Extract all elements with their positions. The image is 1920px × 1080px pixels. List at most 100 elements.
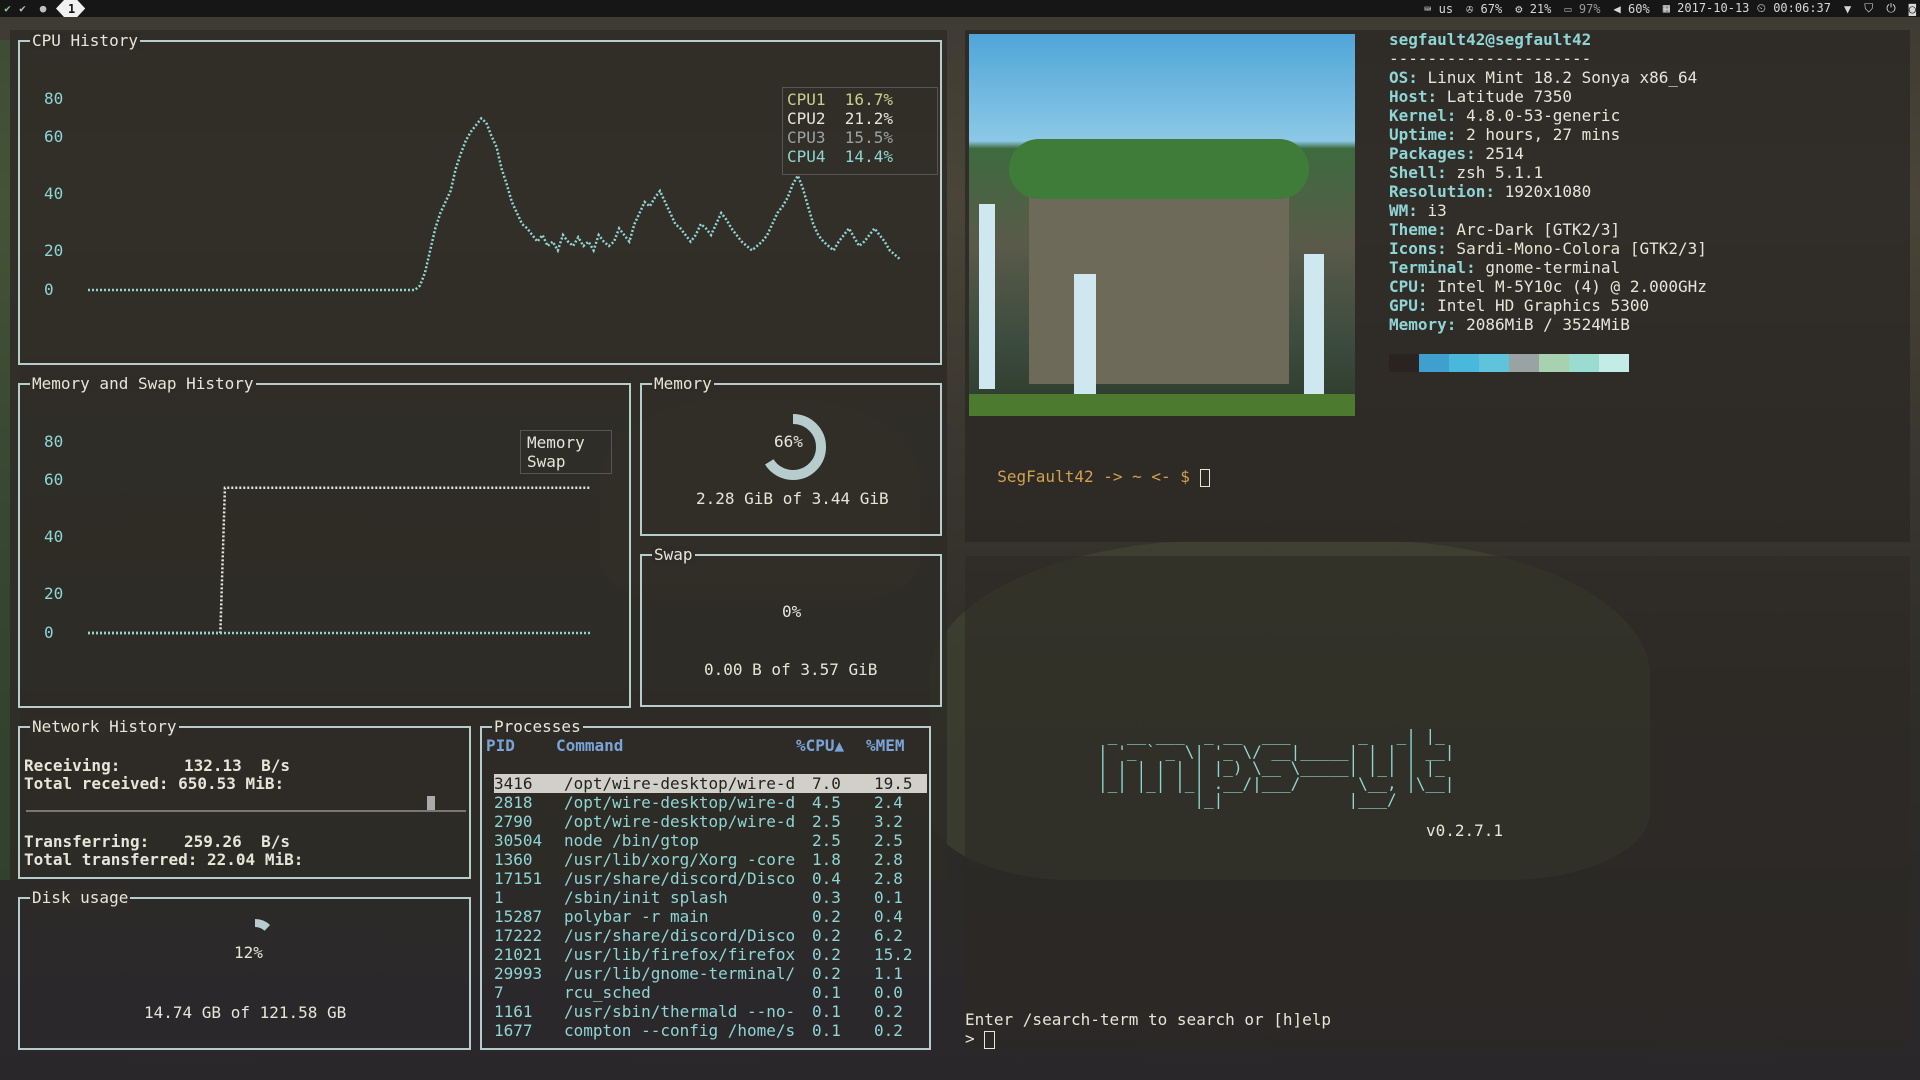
info-key: GPU: [1389,296,1428,315]
cell-pid: 30504 [494,831,543,850]
cell-cpu: 0.2 [812,945,841,964]
cell-mem: 2.8 [874,869,903,888]
memory-swap-history-panel: Memory and Swap History 80 60 40 20 0 Me… [18,375,631,708]
top-bar: ✔ ✔ ● 1 ⌨ us ✇ 67% ⚙ 21% ▭ 97% ◀ 60% ▦ 2… [0,0,1920,17]
cell-pid: 17222 [494,926,543,945]
table-row[interactable]: 1161/usr/sbin/thermald --no- 0.1 0.2 [494,1002,927,1021]
table-row[interactable]: 7 rcu_sched 0.1 0.0 [494,983,927,1002]
table-row[interactable]: 1360/usr/lib/xorg/Xorg -core 1.8 2.8 [494,850,927,869]
transferring-value: 259.26 B/s [184,832,290,851]
info-key: Packages: [1389,144,1476,163]
cell-cpu: 2.5 [812,812,841,831]
cell-cpu: 0.1 [812,1021,841,1040]
receiving-value: 132.13 B/s [184,756,290,775]
processes-panel[interactable]: Processes PID Command %CPU▲ %MEM 3416/op… [480,718,931,1050]
header-command[interactable]: Command [556,736,623,755]
power-icon[interactable]: ⏻ [1886,1,1896,16]
mpsyt-help: Enter /search-term to search or [h]elp [965,1010,1332,1029]
info-line: Shell: zsh 5.1.1 [1389,163,1707,182]
palette-swatch [1569,354,1599,372]
memory-panel: Memory 66% 2.28 GiB of 3.44 GiB [640,375,942,536]
table-row[interactable]: 1677 compton --config /home/s 0.1 0.2 [494,1021,927,1040]
cell-command: /usr/lib/xorg/Xorg -core [564,850,796,869]
table-row[interactable]: 21021/usr/lib/firefox/firefox 0.2 15.2 [494,945,927,964]
cell-mem: 2.4 [874,793,903,812]
cell-cpu: 0.4 [812,869,841,888]
memory-legend: Memory Swap [520,430,612,474]
memory-percent: 66% [774,432,803,451]
info-value: 2086MiB / 3524MiB [1456,315,1630,334]
cell-pid: 3416 [494,774,533,793]
info-value: i3 [1417,201,1447,220]
info-line: WM: i3 [1389,201,1707,220]
header-pid[interactable]: PID [486,736,515,755]
table-row[interactable]: 1/sbin/init splash 0.3 0.1 [494,888,927,907]
memory-caption: 2.28 GiB of 3.44 GiB [696,489,889,508]
info-key: Host: [1389,87,1438,106]
legend-cpu2: CPU2 21.2% [787,109,893,128]
keyboard-layout[interactable]: ⌨ us [1424,2,1453,16]
calendar-icon: ▦ [1662,1,1670,15]
fan-icon: ✇ [1466,1,1474,16]
table-row[interactable]: 17222/usr/share/discord/Disco 0.2 6.2 [494,926,927,945]
panel-title: Disk usage [30,888,131,907]
header-mem[interactable]: %MEM [866,736,905,755]
cell-command: /opt/wire-desktop/wire-d [564,774,796,793]
table-row[interactable]: 15287 polybar -r main 0.2 0.4 [494,907,927,926]
cell-command: /usr/share/discord/Disco [564,926,796,945]
network-history-panel: Network History Receiving: 132.13 B/s To… [18,718,471,879]
discord-icon[interactable]: ◙ [1909,2,1916,16]
palette-swatch [1539,354,1569,372]
total-received: Total received: 650.53 MiB: [24,774,285,793]
cell-cpu: 1.8 [812,850,841,869]
info-value: gnome-terminal [1475,258,1621,277]
header-cpu[interactable]: %CPU▲ [796,736,844,755]
cell-command: /opt/wire-desktop/wire-d [564,793,796,812]
clock: ▦ 2017-10-13 ⏲ 00:06:37 [1662,1,1832,15]
chat-icon[interactable]: ● [30,2,56,15]
neofetch-terminal[interactable]: segfault42@segfault42 ------------------… [965,30,1910,542]
cell-pid: 21021 [494,945,543,964]
series-line-cpu4 [88,116,901,292]
info-key: WM: [1389,201,1418,220]
table-row[interactable]: 29993/usr/lib/gnome-terminal/0.2 1.1 [494,964,927,983]
info-value: Latitude 7350 [1437,87,1573,106]
speaker-icon: ◀ [1613,1,1621,16]
table-row[interactable]: 2790/opt/wire-desktop/wire-d 2.5 3.2 [494,812,927,831]
volume-indicator[interactable]: ◀ 60% [1614,2,1650,16]
shield-icon[interactable]: ⛉ [1864,1,1873,16]
disk-percent: 12% [234,943,263,962]
cell-cpu: 0.3 [812,888,841,907]
cell-mem: 2.8 [874,850,903,869]
transferring-label: Transferring: [24,832,150,851]
swap-percent: 0% [782,602,802,621]
info-key: Uptime: [1389,125,1457,144]
cell-pid: 1360 [494,850,533,869]
shell-prompt[interactable]: SegFault42 -> ~ <- $ [978,448,1210,506]
table-row[interactable]: 2818/opt/wire-desktop/wire-d 4.5 2.4 [494,793,927,812]
cpu-legend: CPU1 16.7% CPU2 21.2% CPU3 15.5% CPU4 14… [782,87,938,175]
wifi-icon[interactable]: ▼ [1844,2,1851,16]
mpsyt-terminal[interactable]: _ __ ___ _ __ ___ _ _| |_ | '_ ` _ \| '_… [965,556,1910,1050]
workspace-button[interactable]: 1 [56,0,85,17]
disk-usage-panel: Disk usage 12% 14.74 GB of 121.58 GB [18,889,471,1050]
cell-pid: 15287 [494,907,543,926]
info-line: Kernel: 4.8.0-53-generic [1389,106,1707,125]
cell-mem: 2.5 [874,831,903,850]
cpu-indicator: ⚙ 21% [1515,1,1552,16]
info-line: Resolution: 1920x1080 [1389,182,1707,201]
mpsyt-prompt[interactable]: > [965,1029,996,1049]
cell-mem: 15.2 [874,945,913,964]
foliage [1009,139,1309,199]
cpu-history-panel: CPU History 80 60 40 20 0 CPU1 16.7% CPU… [18,32,942,365]
legend-memory: Memory [527,433,585,452]
gear-icon: ⚙ [1515,1,1523,16]
table-row[interactable]: 3416/opt/wire-desktop/wire-d 7.0 19.5 [494,774,927,793]
table-row[interactable]: 30504 node /bin/gtop 2.5 2.5 [494,831,927,850]
ground [969,394,1355,416]
panel-title: Memory [652,374,714,393]
color-palette [1389,354,1629,372]
cursor [984,1030,996,1049]
table-row[interactable]: 17151/usr/share/discord/Disco 0.4 2.8 [494,869,927,888]
cell-mem: 19.5 [874,774,913,793]
